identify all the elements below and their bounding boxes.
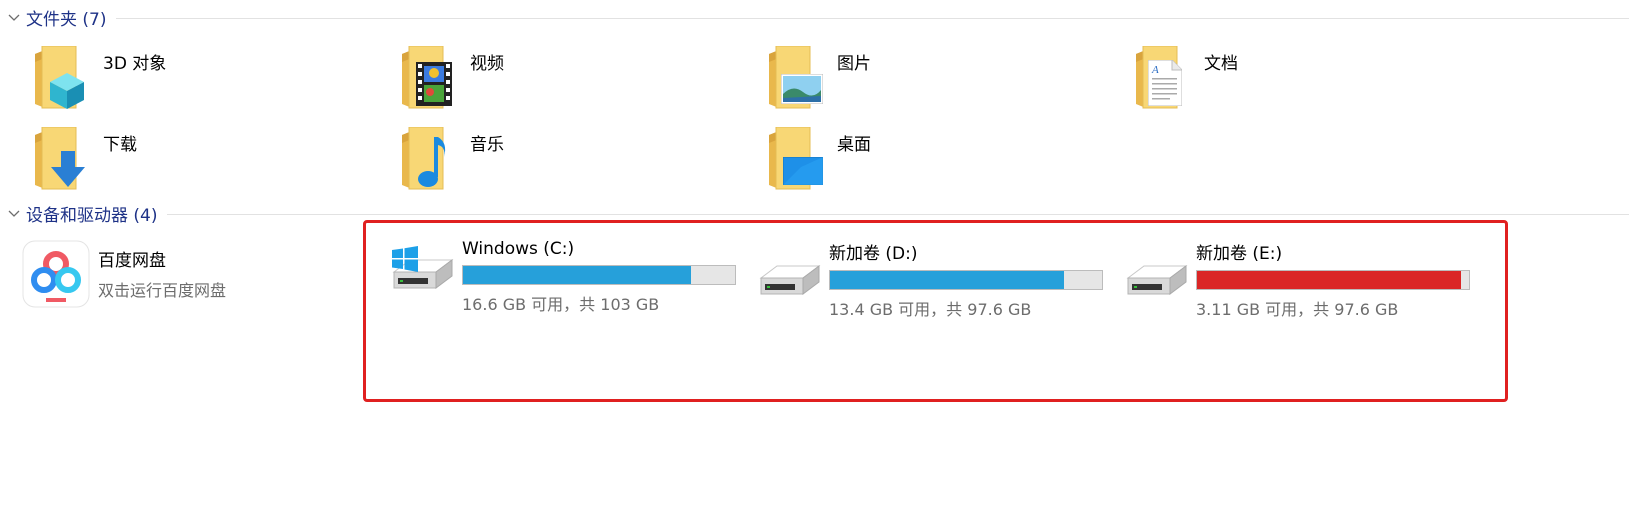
drive-space: 3.11 GB 可用，共 97.6 GB bbox=[1196, 300, 1399, 319]
pictures-icon bbox=[767, 46, 827, 110]
3d-objects-icon bbox=[33, 46, 93, 110]
drive-item-e[interactable]: 新加卷 (E:) 3.11 GB 可用，共 97.6 GB bbox=[1124, 234, 1484, 324]
app-subtitle: 双击运行百度网盘 bbox=[98, 281, 227, 300]
folder-name: 桌面 bbox=[837, 135, 871, 155]
svg-text:A: A bbox=[1151, 64, 1159, 76]
windows-drive-icon bbox=[390, 246, 456, 310]
downloads-icon bbox=[33, 127, 93, 191]
app-name: 百度网盘 bbox=[98, 251, 166, 271]
group-header-folders[interactable]: 文件夹 (7) bbox=[6, 6, 1629, 30]
group-header-devices[interactable]: 设备和驱动器 (4) bbox=[6, 202, 1629, 226]
group-title: 文件夹 (7) bbox=[26, 9, 107, 30]
folder-item-downloads[interactable]: 下载 bbox=[5, 123, 355, 195]
usage-bar-fill bbox=[830, 271, 1064, 289]
folder-name: 下载 bbox=[103, 135, 137, 155]
usage-bar-fill bbox=[463, 266, 692, 284]
drive-name: 新加卷 (E:) bbox=[1196, 244, 1283, 264]
drive-name: 新加卷 (D:) bbox=[829, 244, 918, 264]
usage-bar bbox=[1196, 270, 1470, 290]
folder-item-documents[interactable]: A 文档 bbox=[1106, 42, 1456, 114]
folder-name: 视频 bbox=[470, 54, 504, 74]
usage-bar-fill bbox=[1197, 271, 1461, 289]
drive-name: Windows (C:) bbox=[462, 239, 575, 259]
usage-bar bbox=[829, 270, 1103, 290]
desktop-icon bbox=[767, 127, 827, 191]
folder-item-3d-objects[interactable]: 3D 对象 bbox=[5, 42, 355, 114]
drive-space: 13.4 GB 可用，共 97.6 GB bbox=[829, 300, 1032, 319]
folder-name: 3D 对象 bbox=[103, 54, 167, 74]
folder-name: 音乐 bbox=[470, 135, 504, 155]
group-divider bbox=[116, 17, 1629, 19]
chevron-down-icon bbox=[8, 210, 20, 217]
drive-item-d[interactable]: 新加卷 (D:) 13.4 GB 可用，共 97.6 GB bbox=[757, 234, 1117, 324]
hard-drive-icon bbox=[1124, 246, 1190, 310]
drive-item-c[interactable]: Windows (C:) 16.6 GB 可用，共 103 GB bbox=[390, 234, 750, 324]
folder-item-music[interactable]: 音乐 bbox=[372, 123, 722, 195]
baidu-netdisk-icon bbox=[22, 240, 90, 308]
music-icon bbox=[400, 127, 460, 191]
group-divider bbox=[167, 213, 1629, 215]
drive-space: 16.6 GB 可用，共 103 GB bbox=[462, 295, 660, 314]
folder-item-videos[interactable]: 视频 bbox=[372, 42, 722, 114]
group-title: 设备和驱动器 (4) bbox=[26, 205, 158, 226]
folder-item-desktop[interactable]: 桌面 bbox=[739, 123, 1089, 195]
folder-item-pictures[interactable]: 图片 bbox=[739, 42, 1089, 114]
documents-icon: A bbox=[1134, 46, 1194, 110]
usage-bar bbox=[462, 265, 736, 285]
folder-name: 文档 bbox=[1204, 54, 1238, 74]
folder-name: 图片 bbox=[837, 54, 871, 74]
videos-icon bbox=[400, 46, 460, 110]
hard-drive-icon bbox=[757, 246, 823, 310]
chevron-down-icon bbox=[8, 14, 20, 21]
app-item-baidu-netdisk[interactable]: 百度网盘 双击运行百度网盘 bbox=[0, 238, 340, 318]
